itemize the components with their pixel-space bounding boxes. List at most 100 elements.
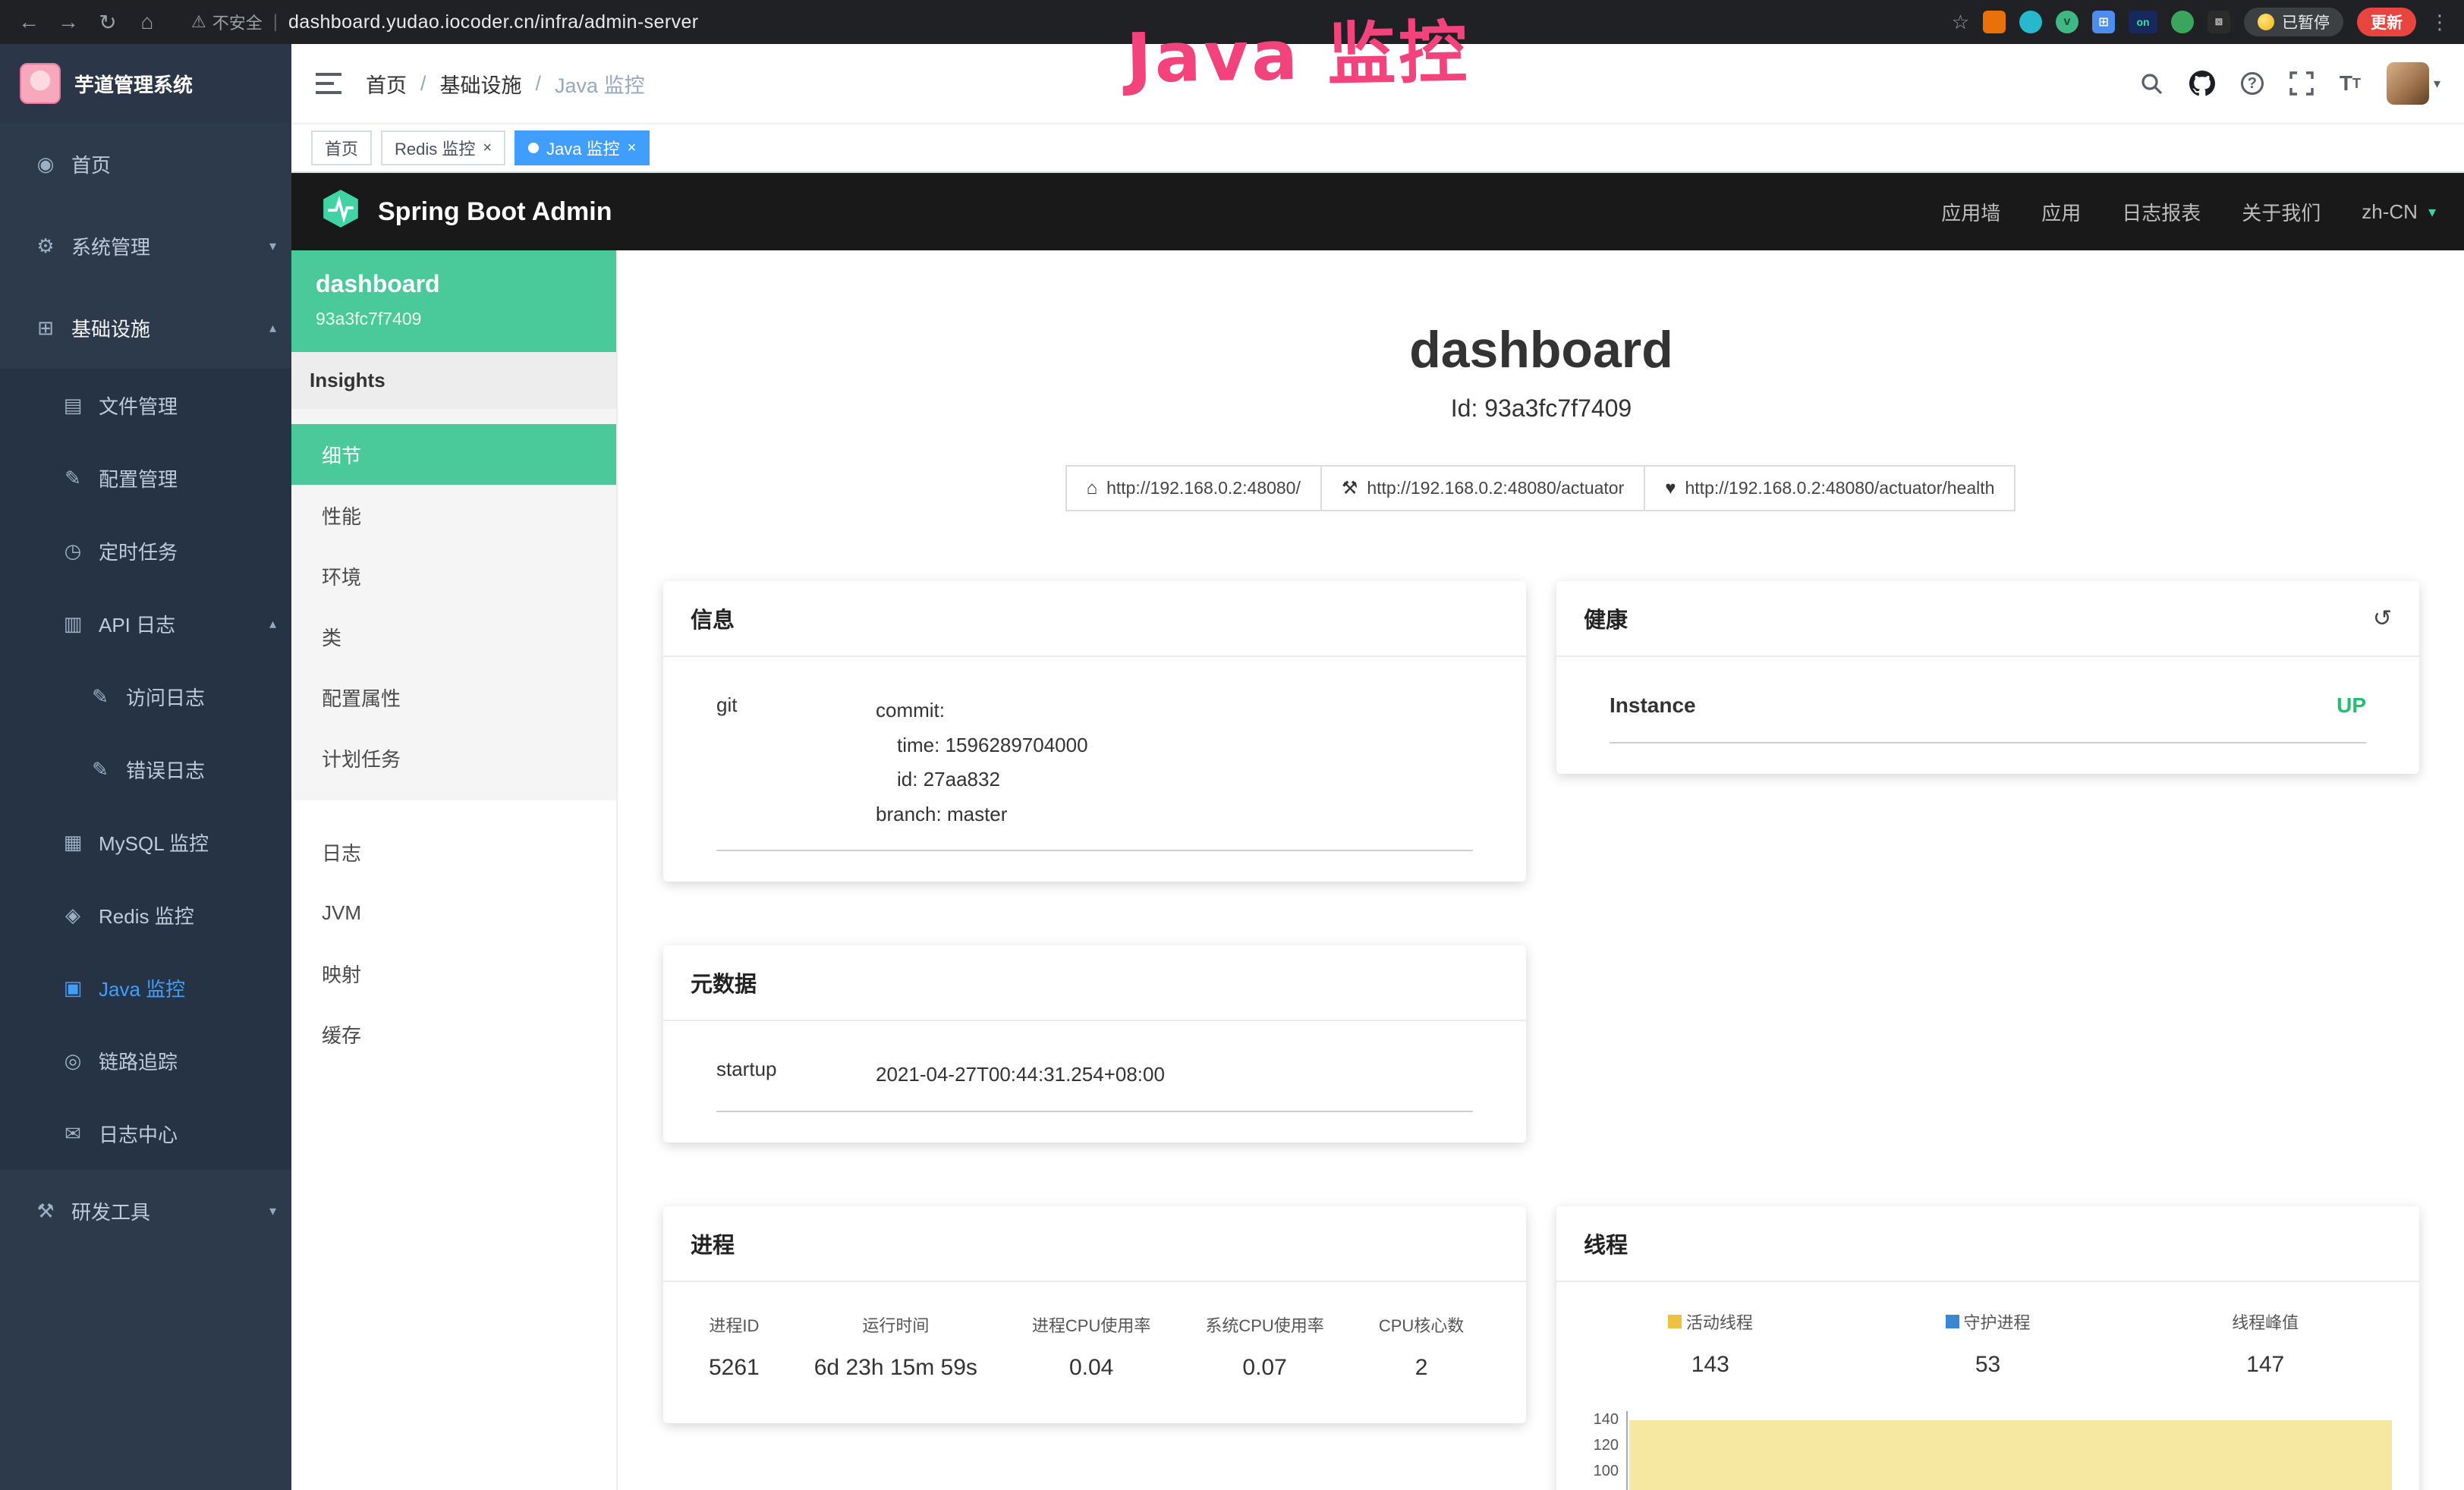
extension-leaf-icon[interactable] [2171,11,2194,33]
sba-item-environment[interactable]: 环境 [291,545,616,606]
sba-locale-select[interactable]: zh-CN [2362,200,2418,224]
sidebar-item-infrastructure[interactable]: ⊞ 基础设施 ▴ [0,287,291,369]
hamburger-icon[interactable] [316,73,341,94]
security-label: 不安全 [212,10,263,34]
sidebar-item-api-logs[interactable]: ▥ API 日志 ▴ [0,587,291,660]
stat-process-cpu: 进程CPU使用率 0.04 [1032,1312,1150,1381]
chevron-down-icon: ▾ [2428,203,2436,222]
stat-cpu-cores: CPU核心数 2 [1379,1312,1464,1381]
instance-health-row: Instance UP [1610,693,2366,743]
active-dot [528,143,539,153]
sidebar-item-trace[interactable]: ◎ 链路追踪 [0,1024,291,1097]
sba-nav-applications[interactable]: 应用 [2041,198,2081,226]
forward-icon[interactable]: → [55,10,82,34]
sba-nav: 应用墙 应用 日志报表 关于我们 zh-CN ▾ [1941,198,2436,226]
sidebar-item-system-management[interactable]: ⚙ 系统管理 ▾ [0,205,291,287]
url-text: dashboard.yudao.iocoder.cn/infra/admin-s… [288,11,699,33]
sba-item-config-props[interactable]: 配置属性 [291,667,616,728]
chrome-update-button[interactable]: 更新 [2357,8,2416,36]
active-threads-area [1629,1420,2392,1490]
startup-row: startup 2021-04-27T00:44:31.254+08:00 [716,1058,1473,1112]
sidebar-item-dev-tools[interactable]: ⚒ 研发工具 ▾ [0,1170,291,1252]
extension-grid-icon[interactable]: ⊞ [2092,11,2115,33]
sba-nav-about[interactable]: 关于我们 [2242,198,2321,226]
refresh-icon[interactable]: ↻ [94,10,121,35]
sba-header: Spring Boot Admin 应用墙 应用 日志报表 关于我们 zh-CN… [291,173,2464,250]
admin-logo: 芋道管理系统 [0,44,291,123]
sidebar-item-java-monitor[interactable]: ▣ Java 监控 [0,951,291,1024]
extensions-puzzle-icon[interactable]: ⧈ [2208,11,2230,33]
error-log-icon: ✎ [88,758,112,781]
chevron-down-icon: ▾ [269,1203,276,1219]
sidebar-item-redis-monitor[interactable]: ◈ Redis 监控 [0,879,291,951]
gear-icon: ⚙ [33,234,58,258]
home-icon[interactable]: ⌂ [134,10,161,34]
help-icon[interactable]: ? [2241,72,2264,95]
timer-icon: ◷ [61,539,85,563]
service-url-link[interactable]: ⌂ http://192.168.0.2:48080/ [1065,465,1322,511]
instance-header[interactable]: dashboard 93a3fc7f7409 [291,250,616,352]
fullscreen-icon[interactable] [2289,71,2314,96]
sba-item-details[interactable]: 细节 [291,424,616,485]
main-column: 首页 / 基础设施 / Java 监控 ? [291,44,2464,1490]
sba-body: dashboard 93a3fc7f7409 Insights 细节 性能 环境… [291,250,2464,1490]
browser-menu-kebab-icon[interactable]: ⋮ [2430,11,2450,34]
sidebar-item-access-logs[interactable]: ✎ 访问日志 [0,660,291,733]
sidebar-item-home[interactable]: ◉ 首页 [0,123,291,205]
tag-java-monitor[interactable]: Java 监控 × [515,130,650,165]
sidebar-item-log-center[interactable]: ✉ 日志中心 [0,1097,291,1170]
extension-vue-icon[interactable]: v [2056,11,2079,33]
sba-item-caches[interactable]: 缓存 [291,1004,616,1064]
chevron-up-icon: ▴ [269,616,276,632]
health-url-link[interactable]: ♥ http://192.168.0.2:48080/actuator/heal… [1644,465,2016,511]
sba-main: dashboard Id: 93a3fc7f7409 ⌂ http://192.… [618,250,2464,1490]
bookmark-star-icon[interactable]: ☆ [1952,11,1969,34]
address-bar[interactable]: ⚠ 不安全 | dashboard.yudao.iocoder.cn/infra… [191,10,699,34]
search-icon[interactable] [2139,71,2163,96]
close-icon[interactable]: × [628,140,637,157]
sba-item-jvm[interactable]: JVM [291,882,616,943]
font-size-icon[interactable]: TT [2340,71,2361,96]
sba-item-scheduled-tasks[interactable]: 计划任务 [291,728,616,788]
metadata-card: 元数据 startup 2021-04-27T00:44:31.254+08:0… [663,945,1526,1143]
sba-sidebar: dashboard 93a3fc7f7409 Insights 细节 性能 环境… [291,250,618,1490]
sidebar-item-scheduled-tasks[interactable]: ◷ 定时任务 [0,514,291,587]
sidebar-item-file-management[interactable]: ▤ 文件管理 [0,369,291,442]
page-subtitle: Id: 93a3fc7f7409 [663,395,2419,423]
legend-swatch-yellow [1668,1315,1682,1328]
app-title: 芋道管理系统 [74,70,193,98]
tag-home[interactable]: 首页 [311,130,372,165]
actuator-url-link[interactable]: ⚒ http://192.168.0.2:48080/actuator [1320,465,1645,511]
page-title: dashboard [663,320,2419,379]
sba-item-classes[interactable]: 类 [291,606,616,667]
user-avatar[interactable]: ▾ [2387,62,2440,105]
insights-group-label: Insights [291,352,616,409]
sba-nav-wallboard[interactable]: 应用墙 [1941,198,2000,226]
history-icon[interactable]: ↺ [2373,605,2392,632]
back-icon[interactable]: ← [15,10,42,34]
sba-nav-journal[interactable]: 日志报表 [2122,198,2201,226]
sidebar-item-config-management[interactable]: ✎ 配置管理 [0,442,291,514]
extension-on-icon[interactable]: on [2129,11,2157,33]
profile-paused-button[interactable]: 已暂停 [2244,8,2343,36]
breadcrumb-infrastructure[interactable]: 基础设施 [440,69,522,99]
sidebar-item-mysql-monitor[interactable]: ▦ MySQL 监控 [0,806,291,879]
threads-card: 线程 活动线程 143 守护进程 53 [1556,1206,2419,1490]
stat-pid: 进程ID 5261 [709,1312,760,1381]
git-row: git commit: time: 1596289704000 id: 27aa… [716,693,1473,851]
sidebar-item-error-logs[interactable]: ✎ 错误日志 [0,733,291,806]
close-icon[interactable]: × [483,140,492,157]
legend-daemon-threads: 守护进程 53 [1849,1309,2127,1378]
extension-fox-icon[interactable] [1983,11,2006,33]
sba-brand[interactable]: Spring Boot Admin [378,197,612,227]
breadcrumb-home[interactable]: 首页 [366,69,407,99]
screen: Java 监控 ← → ↻ ⌂ ⚠ 不安全 | dashboard.yudao.… [0,0,2464,1490]
chevron-down-icon: ▾ [2434,76,2440,92]
sba-item-mappings[interactable]: 映射 [291,943,616,1004]
tag-redis-monitor[interactable]: Redis 监控 × [381,130,505,165]
sba-item-metrics[interactable]: 性能 [291,485,616,545]
extension-drop-icon[interactable] [2019,11,2042,33]
insights-group: 细节 性能 环境 类 配置属性 计划任务 [291,409,616,800]
sba-item-logs[interactable]: 日志 [291,822,616,882]
github-icon[interactable] [2189,71,2215,96]
